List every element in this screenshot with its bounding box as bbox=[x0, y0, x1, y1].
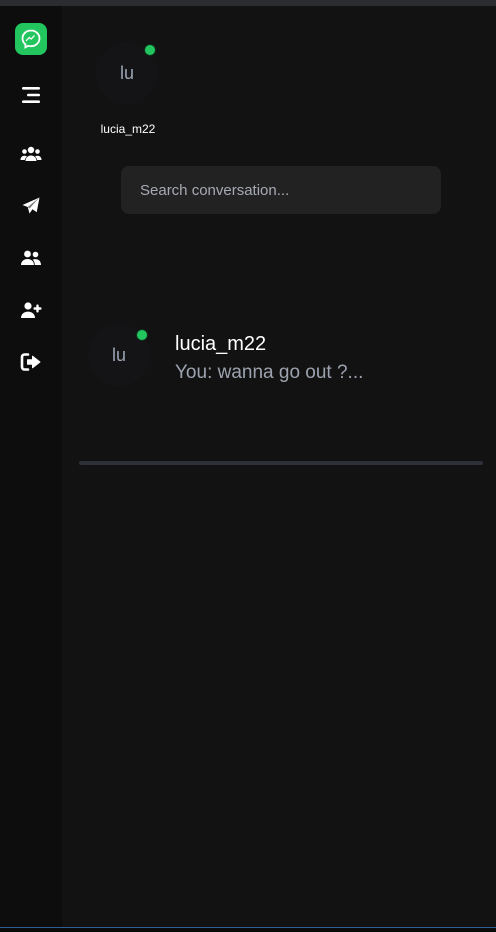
online-status-dot bbox=[144, 44, 156, 56]
window-bottom-edge bbox=[0, 927, 496, 932]
messenger-logo[interactable] bbox=[15, 23, 47, 55]
sidebar-item-menu[interactable] bbox=[19, 83, 43, 107]
sidebar-item-groups[interactable] bbox=[19, 142, 43, 166]
avatar: lu bbox=[88, 324, 150, 386]
avatar-initials: lu bbox=[119, 62, 134, 83]
menu-icon bbox=[22, 87, 40, 103]
paper-plane-icon bbox=[22, 197, 40, 214]
conversation-item[interactable]: lu lucia_m22 You: wanna go out ?... bbox=[88, 324, 478, 392]
avatar: lu bbox=[96, 42, 158, 104]
search-input[interactable] bbox=[138, 180, 424, 200]
conversation-name: lucia_m22 bbox=[175, 333, 267, 355]
sidebar-item-messages[interactable] bbox=[19, 194, 43, 218]
scrollbar[interactable] bbox=[79, 461, 483, 465]
messenger-icon bbox=[21, 29, 41, 49]
user-plus-icon bbox=[21, 302, 42, 318]
sidebar-item-add-user[interactable] bbox=[19, 298, 43, 322]
online-user-story[interactable]: lu lucia_m22 bbox=[96, 42, 160, 136]
sign-out-icon bbox=[20, 353, 41, 371]
sidebar-item-logout[interactable] bbox=[19, 350, 43, 374]
user-friends-icon bbox=[21, 250, 41, 265]
main-panel: lu lucia_m22 lu lucia_m22 You: wanna go … bbox=[62, 6, 496, 927]
users-group-icon bbox=[20, 146, 42, 161]
search-box[interactable] bbox=[121, 166, 441, 214]
sidebar bbox=[0, 6, 62, 927]
sidebar-item-friends[interactable] bbox=[19, 246, 43, 270]
avatar-initials: lu bbox=[111, 344, 126, 365]
conversation-preview: You: wanna go out ?... bbox=[175, 362, 364, 383]
online-user-name: lucia_m22 bbox=[100, 122, 156, 136]
online-status-dot bbox=[136, 329, 148, 341]
